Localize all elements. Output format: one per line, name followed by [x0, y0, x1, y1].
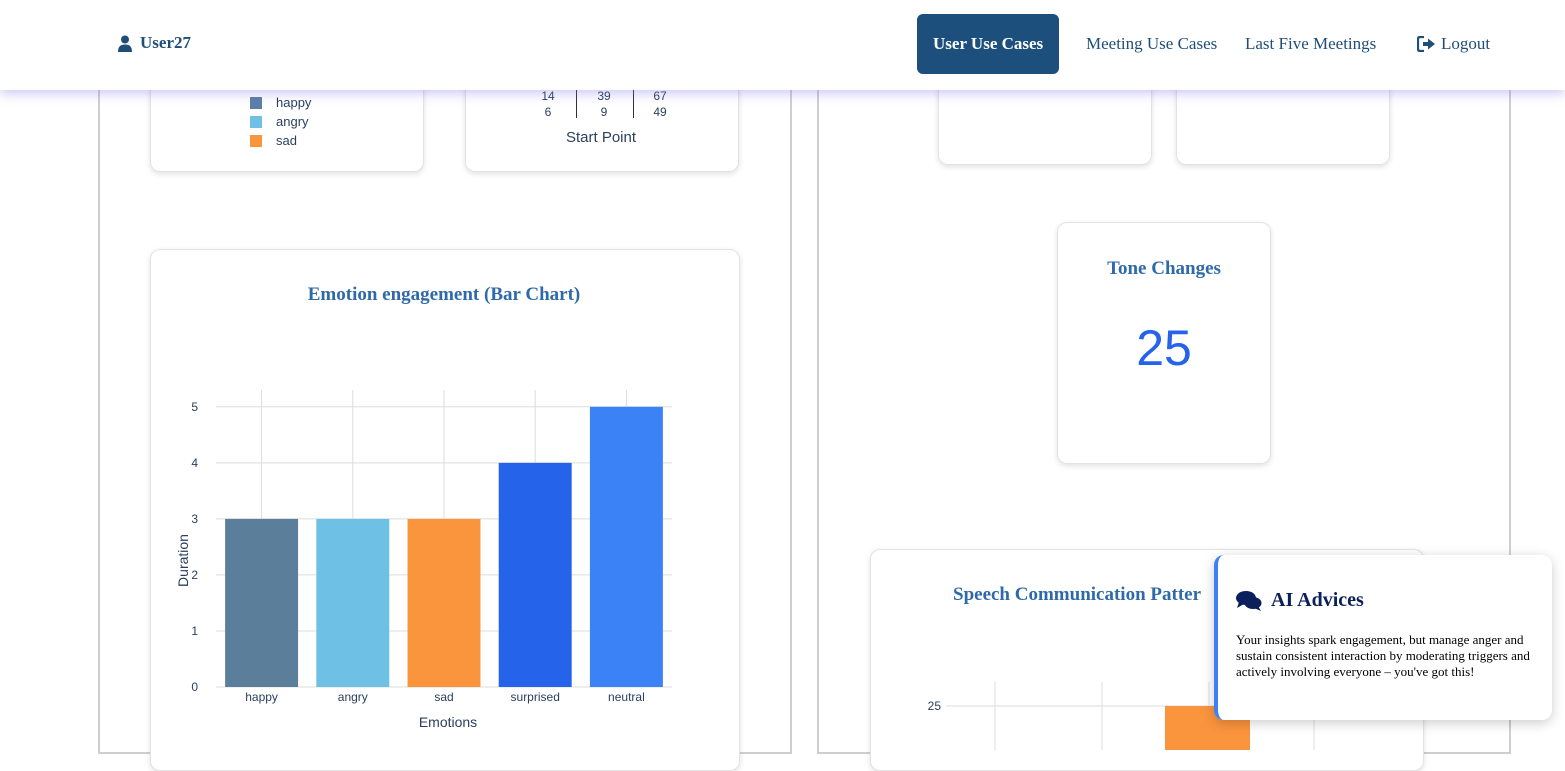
x-tick-label: surprised [511, 690, 560, 704]
legend-label: happy [276, 95, 312, 110]
bar-happy [225, 518, 299, 687]
legend-item-sad[interactable]: sad [250, 133, 297, 148]
legend-label: sad [276, 133, 297, 148]
x-tick-label: sad [434, 690, 453, 704]
chart-title: Emotion engagement (Bar Chart) [307, 284, 581, 305]
y-tick-label: 1 [191, 624, 198, 638]
table-cell: 9 [600, 105, 608, 119]
username: User27 [140, 33, 191, 52]
y-axis-title: Duration [175, 534, 191, 587]
start-point-label: Start Point [565, 129, 637, 146]
y-tick: 25 [928, 699, 942, 713]
legend-swatch [250, 134, 262, 147]
bar-sad [407, 518, 481, 687]
legend-label: angry [276, 114, 309, 129]
table-cell: 39 [597, 89, 611, 103]
table-cell: 67 [653, 89, 667, 103]
ai-advices-text: Your insights spark engagement, but mana… [1236, 632, 1530, 679]
legend-item-angry[interactable]: angry [250, 114, 309, 129]
table-cell: 14 [541, 89, 555, 103]
tone-changes-card: Tone Changes 25 [1057, 222, 1271, 464]
y-tick-label: 3 [191, 512, 198, 526]
comments-icon [1236, 590, 1262, 611]
ai-advices-panel: AI Advices Your insights spark engagemen… [1214, 555, 1552, 720]
x-tick-label: angry [338, 690, 368, 704]
logout-label: Logout [1441, 34, 1491, 53]
ai-advices-header: AI Advices [1236, 589, 1364, 612]
legend-item-happy[interactable]: happy [250, 95, 311, 110]
table-row: 6 9 49 [520, 104, 690, 120]
x-tick-label: happy [245, 690, 278, 704]
ai-advices-title: AI Advices [1271, 589, 1364, 611]
logout-icon [1417, 36, 1435, 52]
bar-angry [316, 518, 390, 687]
start-point-table: 14 39 67 6 9 49 [520, 88, 690, 120]
x-tick-label: neutral [608, 690, 645, 704]
y-tick-label: 0 [191, 680, 198, 694]
y-tick-label: 2 [191, 568, 198, 582]
user-profile[interactable]: User27 [117, 33, 191, 53]
tone-changes-value: 25 [1136, 320, 1192, 376]
x-axis-title: Emotions [419, 714, 477, 730]
nav-user-use-cases[interactable]: User Use Cases [917, 14, 1060, 74]
user-icon [118, 35, 132, 52]
nav-last-five-meetings[interactable]: Last Five Meetings [1245, 14, 1376, 74]
legend-swatch [250, 96, 262, 109]
tone-changes-title: Tone Changes [1107, 258, 1221, 279]
legend-swatch [250, 115, 262, 128]
table-cell: 6 [544, 105, 552, 119]
bar-neutral [589, 406, 663, 687]
table-cell: 49 [653, 105, 667, 119]
logout-button[interactable]: Logout [1417, 14, 1490, 74]
nav-meeting-use-cases[interactable]: Meeting Use Cases [1086, 14, 1217, 74]
y-tick-label: 4 [191, 456, 198, 470]
bar-surprised [498, 462, 572, 687]
table-row: 14 39 67 [520, 88, 690, 104]
top-navbar: User27 User Use Cases Meeting Use Cases … [0, 0, 1565, 90]
emotion-bar-chart: 0 1 2 3 4 5 happy angry sad surprised neutral Emoti… [175, 390, 672, 730]
y-tick-label: 5 [191, 400, 198, 414]
